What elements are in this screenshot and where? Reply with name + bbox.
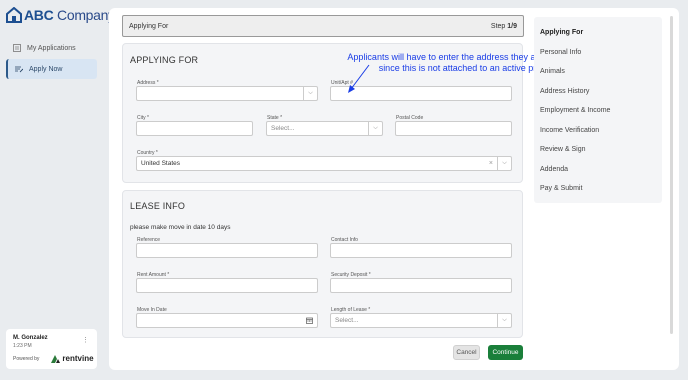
steps-panel: Applying For Personal Info Animals Addre…	[534, 17, 662, 203]
rentvine-logo: rentvine	[51, 354, 94, 363]
main-panel: Applying For Step 1/9 APPLYING FOR Addre…	[109, 8, 679, 370]
user-card: M. Gonzalez 1:23 PM ⋮ Powered by rentvin…	[6, 329, 97, 369]
clear-icon[interactable]: ×	[489, 157, 493, 170]
section-title: LEASE INFO	[130, 201, 186, 211]
reference-input[interactable]	[136, 243, 318, 258]
step-addenda[interactable]: Addenda	[534, 160, 662, 180]
form-icon	[15, 66, 23, 73]
step-personal-info[interactable]: Personal Info	[534, 43, 662, 63]
list-icon	[13, 44, 21, 52]
rentvine-icon	[51, 354, 61, 363]
lease-info-section: LEASE INFO please make move in date 10 d…	[122, 190, 523, 338]
move-in-date-input[interactable]	[136, 313, 318, 328]
calendar-icon[interactable]	[306, 317, 313, 324]
more-vertical-icon[interactable]: ⋮	[82, 336, 89, 344]
state-placeholder: Select...	[271, 125, 295, 132]
contact-info-input[interactable]	[330, 243, 512, 258]
sidebar: ABC Company My Applications Apply Now M.…	[0, 0, 115, 380]
cancel-button[interactable]: Cancel	[453, 345, 480, 360]
sidebar-item-label: My Applications	[27, 44, 76, 52]
sidebar-item-my-applications[interactable]: My Applications	[6, 38, 97, 58]
annotation-arrow-icon	[348, 64, 370, 93]
chevron-down-icon[interactable]: ⌵	[497, 157, 511, 170]
step-pay-submit[interactable]: Pay & Submit	[534, 179, 662, 199]
house-icon	[6, 7, 22, 23]
chevron-down-icon[interactable]: ⌵	[497, 314, 511, 327]
step-counter: Step 1/9	[490, 22, 517, 30]
step-title: Applying For	[129, 22, 169, 30]
length-placeholder: Select...	[335, 317, 359, 324]
country-select[interactable]: United States × ⌵	[136, 156, 512, 171]
sidebar-item-label: Apply Now	[29, 65, 63, 73]
step-header: Applying For Step 1/9	[122, 15, 524, 37]
step-address-history[interactable]: Address History	[534, 82, 662, 102]
step-income-verification[interactable]: Income Verification	[534, 121, 662, 141]
scrollbar[interactable]	[670, 16, 673, 334]
step-applying-for[interactable]: Applying For	[534, 23, 662, 43]
security-deposit-input[interactable]	[330, 278, 512, 293]
step-animals[interactable]: Animals	[534, 62, 662, 82]
state-select[interactable]: Select... ⌵	[266, 121, 383, 136]
user-name: M. Gonzalez	[13, 335, 48, 341]
postal-code-input[interactable]	[395, 121, 512, 136]
chevron-down-icon[interactable]: ⌵	[368, 122, 382, 135]
brand-name: ABC Company	[24, 7, 115, 23]
continue-button[interactable]: Continue	[488, 345, 523, 360]
lease-note: please make move in date 10 days	[130, 224, 231, 231]
country-value: United States	[141, 160, 181, 167]
brand-logo[interactable]: ABC Company	[6, 7, 115, 23]
step-review-sign[interactable]: Review & Sign	[534, 140, 662, 160]
sidebar-item-apply-now[interactable]: Apply Now	[6, 59, 97, 79]
section-title: APPLYING FOR	[130, 55, 199, 65]
length-of-lease-select[interactable]: Select... ⌵	[330, 313, 512, 328]
city-input[interactable]	[136, 121, 253, 136]
address-input[interactable]: ⌵	[136, 86, 318, 101]
step-employment-income[interactable]: Employment & Income	[534, 101, 662, 121]
rent-amount-input[interactable]	[136, 278, 318, 293]
user-time: 1:23 PM	[13, 343, 32, 349]
chevron-down-icon[interactable]: ⌵	[303, 87, 317, 100]
powered-by: Powered by rentvine	[13, 354, 94, 363]
powered-by-label: Powered by	[13, 355, 40, 362]
